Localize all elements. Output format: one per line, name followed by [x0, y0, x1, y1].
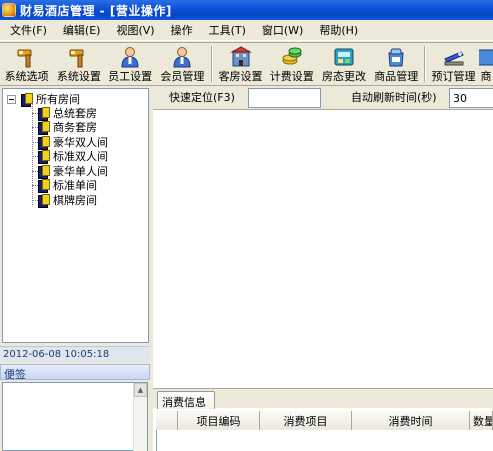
menu-window[interactable]: 窗口(W): [252, 22, 303, 38]
tree-item-standard-single[interactable]: 标准单间: [37, 178, 97, 193]
tab-consumption-info[interactable]: 消费信息: [157, 391, 215, 409]
room-icon: [37, 193, 50, 208]
toolbar: 系统选项 系统设置 员工设置 会员管理 客房设置 计费设置 房态更改 商品管理 …: [0, 42, 493, 86]
room-tree: 所有房间 总统套房 商务套房 豪华双人间 标准双人间 豪华单人间 标准单间 棋牌…: [2, 88, 149, 343]
menu-file[interactable]: 文件(F): [0, 22, 47, 38]
tree-item-label: 棋牌房间: [53, 194, 97, 207]
hammer-icon: [69, 49, 84, 68]
system-options-label: 系统选项: [4, 70, 49, 83]
quick-locate-input[interactable]: [248, 88, 321, 108]
tree-root-all-rooms[interactable]: 所有房间: [7, 92, 80, 107]
menu-view[interactable]: 视图(V): [106, 22, 154, 38]
tree-item-label: 标准双人间: [53, 150, 108, 163]
menu-tools[interactable]: 工具(T): [199, 22, 246, 38]
toolbar-overflow-label: 商: [480, 70, 492, 83]
tree-item-label: 商务套房: [53, 121, 97, 134]
consumption-table-body[interactable]: [156, 430, 493, 451]
staff-settings-label: 员工设置: [108, 70, 153, 83]
billing-settings-button[interactable]: 计费设置: [266, 43, 317, 85]
building-icon: [229, 46, 252, 67]
consumption-table-header: 项目编码 消费项目 消费时间 数量: [156, 410, 493, 431]
room-status-change-label: 房态更改: [322, 70, 367, 83]
room-icon: [37, 178, 50, 193]
tree-item-deluxe-single[interactable]: 豪华单人间: [37, 164, 108, 179]
collapse-icon[interactable]: [7, 94, 16, 104]
goods-management-button[interactable]: 商品管理: [371, 43, 422, 85]
room-icon: [37, 149, 50, 164]
tree-item-business-suite[interactable]: 商务套房: [37, 120, 97, 135]
auto-refresh-label: 自动刷新时间(秒): [351, 91, 437, 104]
hammer-icon: [17, 49, 32, 68]
quick-locate-label: 快速定位(F3): [169, 91, 235, 104]
member-management-label: 会员管理: [160, 70, 205, 83]
room-icon: [37, 106, 50, 121]
system-settings-label: 系统设置: [56, 70, 101, 83]
goods-management-label: 商品管理: [374, 70, 419, 83]
room-icon: [37, 135, 50, 150]
person-icon: [121, 47, 139, 68]
menu-help[interactable]: 帮助(H): [309, 22, 358, 38]
sticky-scrollbar[interactable]: ▲: [133, 383, 147, 451]
room-icon: [37, 164, 50, 179]
room-status-change-button[interactable]: 房态更改: [317, 43, 370, 85]
tree-item-label: 标准单间: [53, 179, 97, 192]
member-management-button[interactable]: 会员管理: [156, 43, 209, 85]
title-bar[interactable]: 财易酒店管理 - [营业操作]: [0, 0, 493, 20]
tree-item-presidential-suite[interactable]: 总统套房: [37, 106, 97, 121]
column-header-time[interactable]: 消费时间: [352, 411, 470, 431]
system-settings-button[interactable]: 系统设置: [53, 43, 104, 85]
room-settings-button[interactable]: 客房设置: [215, 43, 266, 85]
window-title: 财易酒店管理 - [营业操作]: [20, 3, 172, 18]
goods-icon: [388, 48, 404, 67]
sticky-note-header: 便签: [0, 364, 150, 381]
column-header-item-code[interactable]: 项目编码: [178, 411, 260, 431]
menu-edit[interactable]: 编辑(E): [53, 22, 101, 38]
tree-line: [32, 103, 33, 205]
search-bar: 快速定位(F3) 自动刷新时间(秒): [153, 86, 493, 110]
column-header-item-name[interactable]: 消费项目: [260, 411, 352, 431]
scroll-up-icon[interactable]: ▲: [134, 383, 147, 397]
column-header-quantity[interactable]: 数量: [470, 411, 493, 431]
reservation-management-label: 预订管理: [431, 70, 476, 83]
app-icon: [2, 3, 16, 17]
room-status-icon: [334, 48, 354, 66]
datetime-display: 2012-06-08 10:05:18: [0, 346, 150, 362]
room-folder-icon: [20, 92, 33, 107]
goods-icon: [479, 49, 493, 66]
toolbar-separator: [423, 46, 426, 82]
billing-settings-label: 计费设置: [269, 70, 314, 83]
sticky-note-area[interactable]: ▲: [2, 382, 148, 451]
menu-bar: 文件(F) 编辑(E) 视图(V) 操作 工具(T) 窗口(W) 帮助(H): [0, 20, 493, 41]
menu-operate[interactable]: 操作: [161, 22, 193, 38]
auto-refresh-input[interactable]: [449, 88, 493, 108]
tree-item-standard-double[interactable]: 标准双人间: [37, 149, 108, 164]
consumption-tab-strip: 消费信息: [153, 388, 493, 409]
column-header-indicator[interactable]: [156, 411, 178, 431]
stapler-icon: [443, 51, 464, 66]
person-icon: [173, 47, 191, 68]
reservation-management-button[interactable]: 预订管理: [428, 43, 479, 85]
toolbar-separator: [210, 46, 213, 82]
toolbar-overflow-button[interactable]: 商: [479, 43, 493, 85]
tree-item-chess-room[interactable]: 棋牌房间: [37, 193, 97, 208]
system-options-button[interactable]: 系统选项: [0, 43, 53, 85]
room-settings-label: 客房设置: [218, 70, 263, 83]
tree-item-deluxe-double[interactable]: 豪华双人间: [37, 135, 108, 150]
coins-icon: [282, 47, 302, 65]
staff-settings-button[interactable]: 员工设置: [104, 43, 155, 85]
room-icon: [37, 120, 50, 135]
